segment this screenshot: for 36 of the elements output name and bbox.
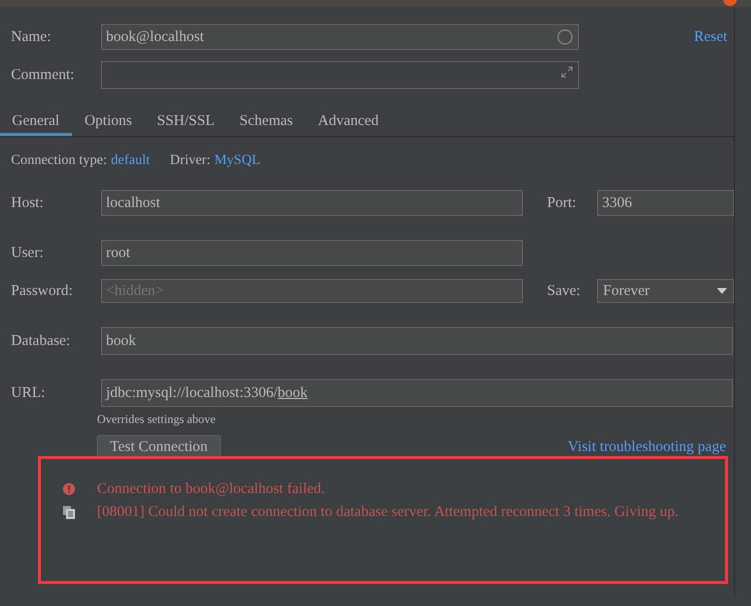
copy-icon[interactable]: [63, 506, 75, 519]
troubleshooting-link[interactable]: Visit troubleshooting page: [568, 438, 726, 456]
caret-icon: [717, 288, 727, 294]
port-field[interactable]: 3306: [597, 190, 734, 216]
driver-link[interactable]: MySQL: [214, 153, 260, 169]
tab[interactable]: Schemas: [228, 113, 306, 136]
connection-type-link[interactable]: default: [111, 153, 150, 169]
field-label: Save:: [547, 282, 582, 300]
url-field[interactable]: jdbc:mysql://localhost:3306/book: [101, 379, 733, 407]
expand-icon[interactable]: [561, 66, 573, 78]
tab[interactable]: SSH/SSL: [144, 113, 228, 136]
field-label: Port:: [547, 194, 578, 212]
field-label: Password:: [11, 282, 74, 300]
tab[interactable]: General: [0, 113, 72, 136]
field-label: Database:: [11, 332, 72, 350]
user-field[interactable]: root: [101, 240, 523, 266]
comment-field[interactable]: [101, 61, 579, 89]
field-label: URL:: [11, 384, 46, 402]
reset-link[interactable]: Reset: [694, 28, 728, 46]
error-message: Connection to book@localhost failed.: [97, 480, 326, 499]
database-field[interactable]: book: [101, 327, 733, 355]
save-dropdown[interactable]: Forever: [597, 279, 734, 303]
tab[interactable]: Advanced: [306, 113, 392, 136]
name-field[interactable]: book@localhost: [101, 24, 579, 50]
field-label: Name:: [11, 28, 52, 46]
host-field[interactable]: localhost: [101, 190, 523, 216]
hint-text: Overrides settings above: [97, 412, 217, 427]
field-label: User:: [11, 244, 44, 262]
field-label: Comment:: [11, 66, 76, 84]
error-icon: [63, 483, 75, 495]
field-label: Host:: [11, 194, 45, 212]
error-details: [08001] Could not create connection to database server. Attempted reconnect 3 times. Giving up.: [97, 503, 680, 522]
circle-icon: [557, 29, 573, 45]
tab[interactable]: Options: [72, 113, 145, 136]
connection-type-label: Connection type:: [11, 153, 108, 169]
driver-label: Driver:: [170, 153, 210, 169]
